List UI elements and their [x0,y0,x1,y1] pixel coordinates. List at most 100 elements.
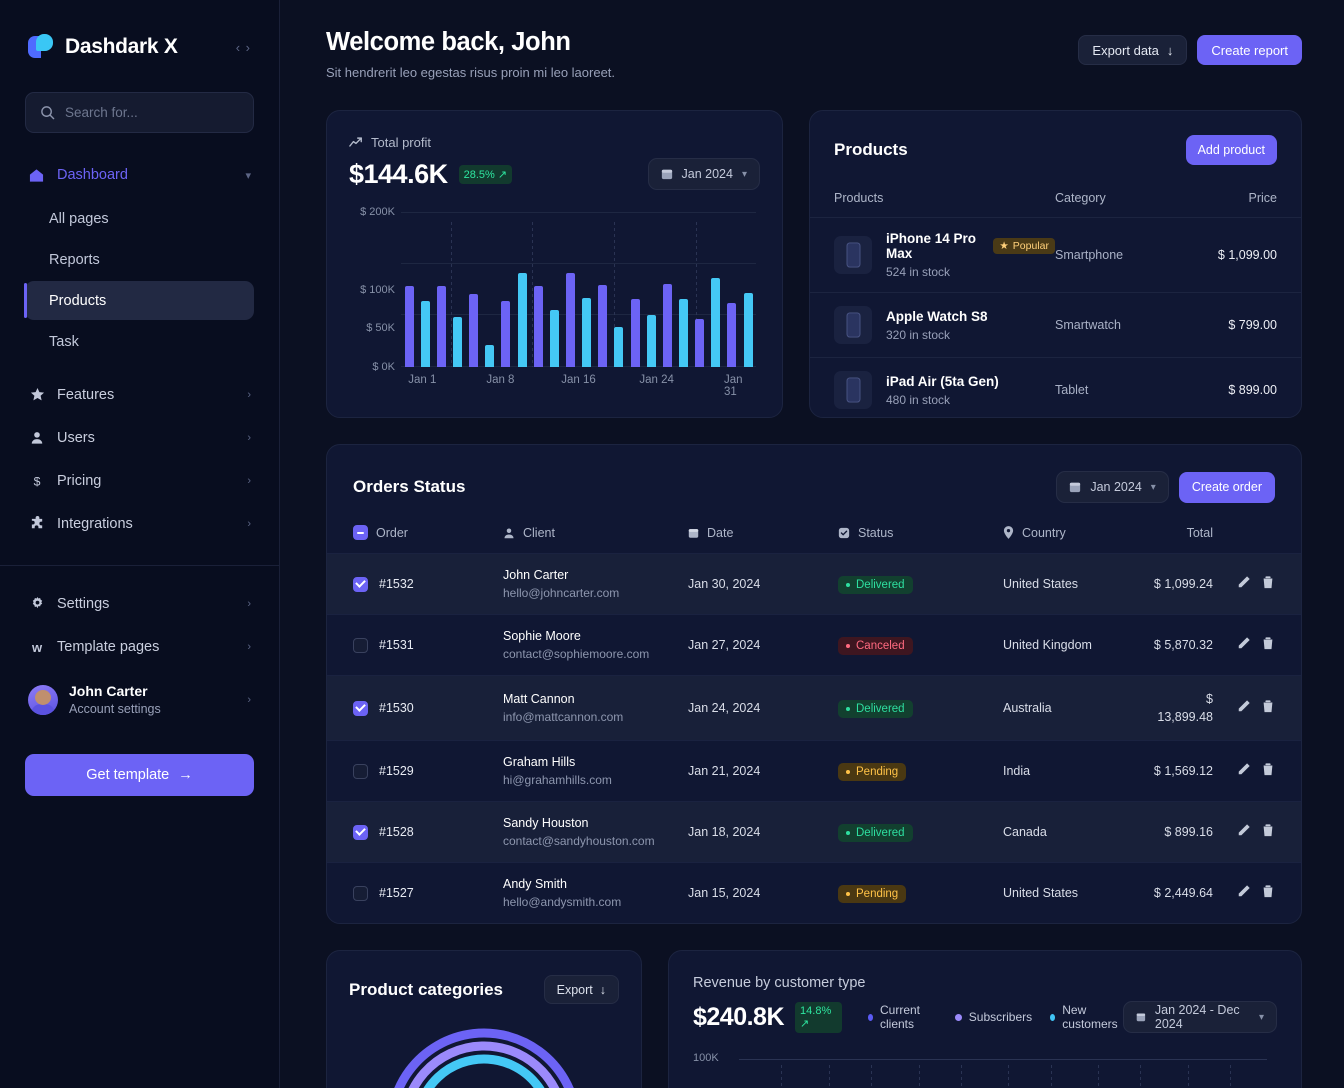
legend-label: Subscribers [969,1010,1032,1024]
order-id: #1532 [379,577,414,591]
revenue-title: Revenue by customer type [693,975,1277,991]
orders-col-order: Order [353,525,503,540]
sidebar-item-users[interactable]: Users › [0,416,279,459]
product-name: Apple Watch S8 [886,309,988,324]
product-row[interactable]: Apple Watch S8320 in stockSmartwatch$ 79… [810,293,1301,358]
client-name: Graham Hills [503,755,688,769]
location-pin-icon [1003,526,1014,539]
orders-col-total-label: Total [1187,526,1213,540]
products-column-headers: Products Category Price [810,191,1301,218]
sidebar-item-reports[interactable]: Reports [25,240,254,279]
profit-bar [405,286,414,367]
order-row-checkbox[interactable] [353,764,368,779]
order-row-checkbox[interactable] [353,825,368,840]
order-row-checkbox[interactable] [353,577,368,592]
revenue-legend: Current clientsSubscribersNew customers [868,1003,1123,1031]
product-row[interactable]: iPhone 14 Pro Max★Popular524 in stockSma… [810,218,1301,293]
products-list: iPhone 14 Pro Max★Popular524 in stockSma… [810,218,1301,422]
profit-bar [582,298,591,367]
profit-bar [663,284,672,367]
table-row[interactable]: #1532John Carterhello@johncarter.comJan … [327,553,1301,614]
device-icon [846,312,861,338]
sidebar-item-label: Features [57,387,114,403]
sidebar-item-features[interactable]: Features › [0,373,279,416]
edit-icon[interactable] [1237,636,1251,655]
profit-bar-slot [708,278,724,367]
sidebar-item-template-pages[interactable]: w Template pages › [0,625,279,668]
profit-bar [711,278,720,367]
product-thumbnail [834,236,872,274]
popular-badge: ★Popular [993,238,1055,254]
delete-icon[interactable] [1261,762,1275,781]
categories-title: Product categories [349,980,503,1000]
export-data-button[interactable]: Export data ↓ [1078,35,1187,65]
table-row[interactable]: #1527Andy Smithhello@andysmith.comJan 15… [327,862,1301,923]
get-template-button[interactable]: Get template → [25,754,254,796]
profit-bar [485,345,494,367]
profit-date-filter[interactable]: Jan 2024 ▾ [648,158,760,190]
sidebar-item-label: Template pages [57,639,159,655]
delete-icon[interactable] [1261,636,1275,655]
client-name: Matt Cannon [503,692,688,706]
sidebar-item-products[interactable]: Products [25,281,254,320]
revenue-date-filter[interactable]: Jan 2024 - Dec 2024 ▾ [1123,1001,1277,1033]
search-input[interactable] [65,105,239,120]
client-email: contact@sandyhouston.com [503,834,688,848]
add-product-button[interactable]: Add product [1186,135,1277,165]
profit-bar [566,273,575,367]
profit-bar-slot [579,298,595,367]
delete-icon[interactable] [1261,699,1275,718]
revenue-value: $240.8K [693,1003,784,1032]
profit-bar-slot [643,315,659,367]
orders-date-filter[interactable]: Jan 2024 ▾ [1056,471,1168,503]
profit-y-tick: $ 200K [360,206,395,218]
order-row-checkbox[interactable] [353,886,368,901]
export-data-label: Export data [1092,43,1159,58]
edit-icon[interactable] [1237,884,1251,903]
sidebar-item-settings[interactable]: Settings › [0,582,279,625]
product-category: Smartwatch [1055,318,1185,332]
edit-icon[interactable] [1237,575,1251,594]
profit-bar-slot [514,273,530,367]
profit-y-tick: $ 0K [372,361,395,373]
delete-icon[interactable] [1261,823,1275,842]
status-badge: Pending [838,763,906,781]
order-row-checkbox[interactable] [353,638,368,653]
sidebar-item-task[interactable]: Task [25,322,254,361]
create-order-button[interactable]: Create order [1179,472,1275,503]
profit-chart-bars [401,212,756,367]
sidebar-item-all-pages[interactable]: All pages [25,199,254,238]
chevron-down-icon: ▾ [245,169,251,182]
order-id: #1529 [379,764,414,778]
table-row[interactable]: #1531Sophie Moorecontact@sophiemoore.com… [327,614,1301,675]
profit-x-tick: Jan 31 [724,374,745,398]
orders-table: Order Client Date Status Country [327,525,1301,923]
table-row[interactable]: #1528Sandy Houstoncontact@sandyhouston.c… [327,801,1301,862]
sidebar-subitem-label: Reports [49,252,100,268]
delete-icon[interactable] [1261,884,1275,903]
table-row[interactable]: #1529Graham Hillshi@grahamhills.comJan 2… [327,740,1301,801]
sidebar-item-dashboard[interactable]: Dashboard ▾ [0,157,279,193]
export-categories-button[interactable]: Export ↓ [544,975,619,1004]
edit-icon[interactable] [1237,762,1251,781]
search-box[interactable] [25,92,254,133]
select-all-checkbox[interactable] [353,525,368,540]
profit-bar-slot [627,299,643,367]
sidebar-item-pricing[interactable]: $ Pricing › [0,459,279,502]
legend-dot [955,1014,962,1021]
create-report-button[interactable]: Create report [1197,35,1302,65]
brand-name: Dashdark X [65,35,178,59]
order-country: Canada [1003,825,1047,839]
edit-icon[interactable] [1237,699,1251,718]
profit-chart-plot [401,212,756,367]
edit-icon[interactable] [1237,823,1251,842]
profit-bar-slot [466,294,482,367]
product-row[interactable]: iPad Air (5ta Gen)480 in stockTablet$ 89… [810,358,1301,422]
delete-icon[interactable] [1261,575,1275,594]
sidebar-collapse-icon[interactable]: ‹ › [236,40,251,55]
account-settings-item[interactable]: John Carter Account settings › [0,674,279,726]
order-row-checkbox[interactable] [353,701,368,716]
profit-bar [421,301,430,367]
sidebar-item-integrations[interactable]: Integrations › [0,502,279,545]
table-row[interactable]: #1530Matt Cannoninfo@mattcannon.comJan 2… [327,675,1301,740]
